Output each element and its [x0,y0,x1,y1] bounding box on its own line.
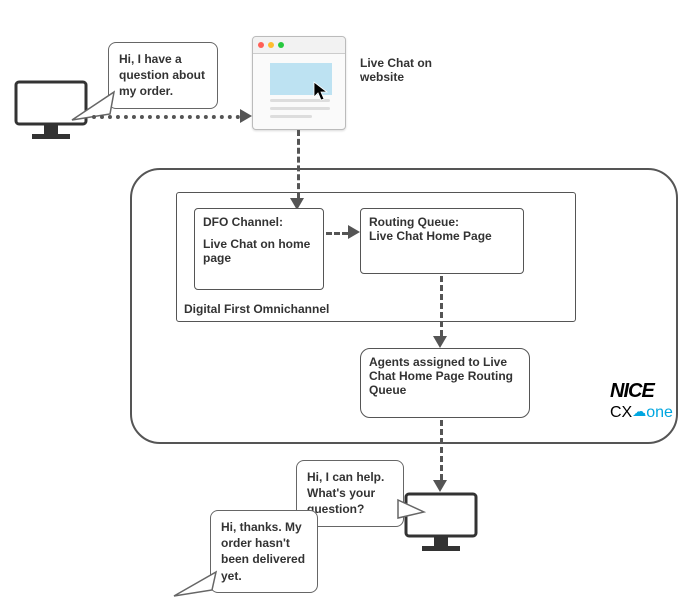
agents-box: Agents assigned to Live Chat Home Page R… [360,348,530,418]
arrowhead-icon [348,225,360,239]
routing-queue-body: Live Chat Home Page [369,229,515,243]
live-chat-website-label: Live Chat on website [360,56,470,84]
agents-box-text: Agents assigned to Live Chat Home Page R… [369,355,521,397]
arrowhead-icon [433,480,447,492]
customer-speech-bubble-2: Hi, thanks. My order hasn't been deliver… [210,510,318,593]
cursor-icon [313,81,329,104]
arrow-queue-to-agents [440,276,443,336]
dfo-channel-title: DFO Channel: [203,215,315,229]
arrowhead-icon [433,336,447,348]
speech-tail-icon [172,570,218,600]
routing-queue-title: Routing Queue: [369,215,515,229]
nice-cxone-logo: NICE CX☁one [610,380,673,422]
routing-queue-box: Routing Queue: Live Chat Home Page [360,208,524,274]
arrow-dfo-to-queue [326,232,348,235]
browser-mock-icon [252,36,346,130]
agent-bubble-text: Hi, I can help. What's your question? [307,470,384,516]
dfo-channel-body: Live Chat on home page [203,237,315,265]
arrowhead-icon [240,109,252,123]
dfo-group-label: Digital First Omnichannel [184,302,329,316]
customer-bubble-1-text: Hi, I have a question about my order. [119,52,205,98]
cxone-word: CX☁one [610,403,673,422]
customer-bubble-2-text: Hi, thanks. My order hasn't been deliver… [221,520,305,583]
arrow-agents-to-agent [440,420,443,480]
cloud-icon: ☁ [632,403,646,419]
nice-word: NICE [610,380,673,403]
customer-speech-bubble-1: Hi, I have a question about my order. [108,42,218,109]
dfo-channel-box: DFO Channel: Live Chat on home page [194,208,324,290]
speech-tail-icon [396,498,426,522]
arrow-customer-to-browser [92,115,240,119]
